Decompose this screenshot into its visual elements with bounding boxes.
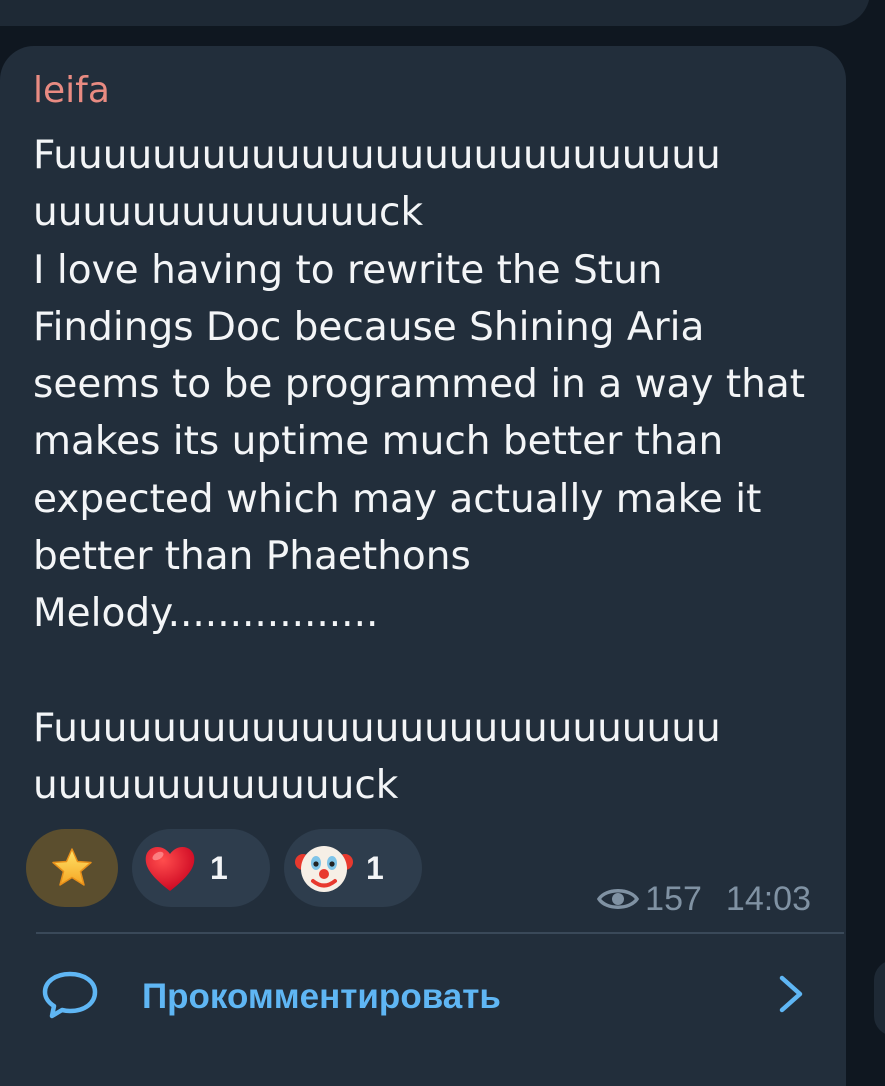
clown-face-emoji-icon (295, 846, 353, 892)
star-emoji-icon (52, 848, 92, 886)
reaction-heart[interactable]: 1 (132, 829, 270, 907)
view-count: 157 (645, 879, 702, 918)
previous-message-bubble (0, 0, 870, 26)
eye-icon (597, 889, 640, 909)
red-heart-emoji-icon (145, 847, 195, 891)
sender-name[interactable]: leifa (33, 66, 110, 116)
message-text: Fuuuuuuuuuuuuuuuuuuuuuuuuuuu uuuuuuuuuuu… (33, 133, 806, 809)
reaction-clown[interactable]: 1 (284, 829, 422, 907)
chevron-right-icon (779, 975, 803, 1013)
message-time: 14:03 (725, 879, 811, 918)
message-meta: 157 14:03 (597, 874, 811, 924)
reactions-row: 1 1 (26, 829, 422, 907)
comment-bubble-icon (42, 971, 98, 1019)
scroll-down-button[interactable] (874, 960, 885, 1036)
reaction-star[interactable] (26, 829, 118, 907)
reaction-heart-count: 1 (210, 849, 228, 886)
comment-label: Прокомментировать (142, 977, 501, 1016)
comment-button[interactable]: Прокомментировать (0, 934, 846, 1051)
reaction-clown-count: 1 (366, 849, 384, 886)
